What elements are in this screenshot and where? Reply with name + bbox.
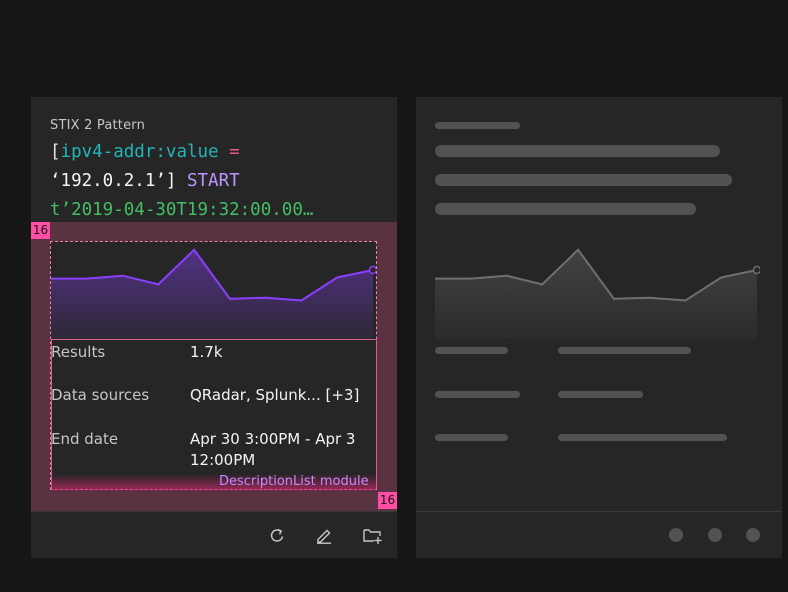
code-bracket: [ [50,142,61,162]
edit-button[interactable] [313,524,335,546]
dl-desc-end-date: Apr 30 3:00PM - Apr 3 12:00PM [190,430,356,469]
chart-area-fill [435,249,757,339]
module-guide-right [376,339,377,489]
chart-area-fill [51,249,373,339]
skeleton-desc-3 [558,434,727,441]
skeleton-line-1 [435,145,720,157]
dl-desc-results: 1.7k [190,343,223,361]
code-operator: = [218,142,240,162]
refresh-icon [270,528,284,542]
skeleton-area-chart [435,248,760,339]
edit-icon [317,529,331,544]
spacing-badge-bottom-right: 16 [378,492,397,509]
code-keyword: START [176,171,240,191]
code-string: ‘192.0.2.1’] [50,171,177,191]
code-timestamp: t’2019-04-30T19:32:00.00… [50,200,314,220]
module-divider [51,339,376,340]
skeleton-line-3 [435,203,696,215]
code-key: ipv4-addr:value [60,142,219,162]
code-line-1: [ipv4-addr:value = [50,142,240,162]
dl-term-results: Results [51,343,106,361]
skeleton-dot-1 [669,528,683,542]
skeleton-label [435,122,520,129]
code-line-3: t’2019-04-30T19:32:00.00… [50,200,313,220]
dl-term-data-sources: Data sources [51,386,150,404]
spacing-badge-top-left: 16 [31,222,50,239]
add-to-folder-button[interactable] [361,524,383,546]
chart-point [752,265,760,275]
code-line-2: ‘192.0.2.1’] START [50,171,240,191]
dl-term-end-date: End date [51,430,119,448]
skeleton-term-1 [435,347,508,354]
folder-add-icon [363,529,382,544]
skeleton-desc-2 [558,391,643,398]
card-label: STIX 2 Pattern [50,118,146,133]
skeleton-term-2 [435,391,520,398]
left-area-chart [51,248,376,339]
module-label: DescriptionList module [219,474,369,489]
skeleton-term-3 [435,434,508,441]
chart-point [368,265,376,275]
skeleton-toolbar-divider [416,511,782,512]
refresh-button[interactable] [266,524,288,546]
module-guide-left [51,339,52,489]
dl-desc-data-sources: QRadar, Splunk... [+3] [190,386,360,404]
skeleton-dot-3 [746,528,760,542]
skeleton-line-2 [435,174,732,186]
toolbar-divider [31,511,397,512]
skeleton-desc-1 [558,347,691,354]
skeleton-dot-2 [708,528,722,542]
